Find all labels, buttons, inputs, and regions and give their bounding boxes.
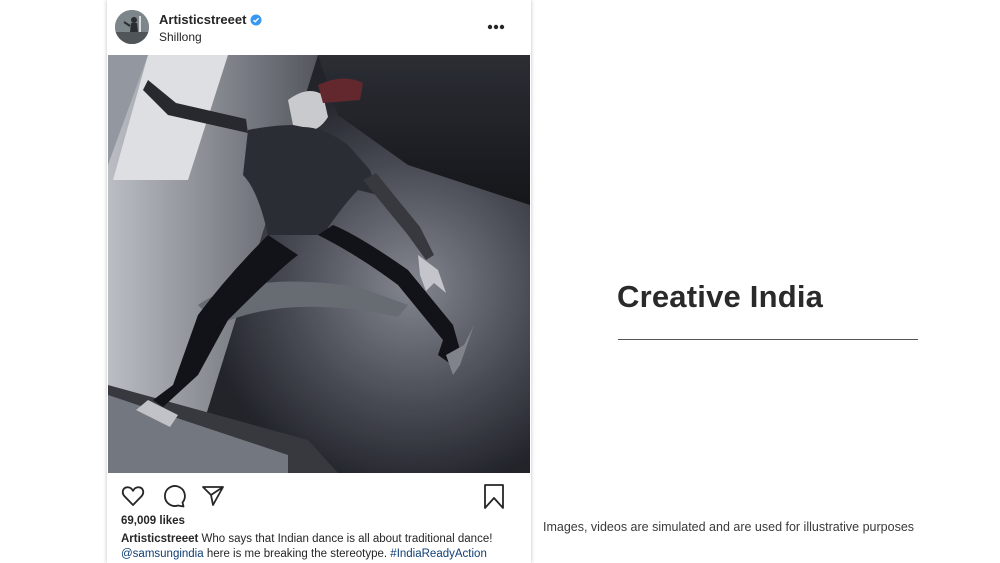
post-header: Artisticstreeet Shillong — [107, 0, 531, 55]
more-options-icon[interactable] — [487, 19, 505, 35]
post-photo[interactable] — [108, 55, 530, 473]
caption-hashtag[interactable]: #IndiaReadyAction — [390, 548, 487, 560]
caption-text-line1: Who says that Indian dance is all about … — [198, 533, 493, 545]
caption-username[interactable]: Artisticstreeet — [121, 533, 198, 545]
disclaimer-text: Images, videos are simulated and are use… — [543, 520, 915, 534]
title-divider — [618, 339, 918, 340]
dancer-photo — [108, 55, 530, 473]
comment-bubble-icon[interactable] — [161, 483, 187, 509]
heart-icon[interactable] — [120, 483, 146, 509]
instagram-post-card: Artisticstreeet Shillong 69,009 likes Ar… — [107, 0, 531, 563]
post-caption: Artisticstreeet Who says that Indian dan… — [121, 532, 521, 562]
likes-count[interactable]: 69,009 likes — [121, 515, 185, 527]
verified-badge-icon — [250, 14, 262, 25]
slide-title: Creative India — [617, 279, 824, 314]
username-row: Artisticstreeet — [159, 12, 262, 27]
paper-plane-icon[interactable] — [200, 483, 226, 509]
avatar[interactable] — [115, 10, 149, 44]
caption-text-line2: here is me breaking the stereotype. — [203, 548, 391, 560]
post-actions — [107, 481, 531, 511]
username[interactable]: Artisticstreeet — [159, 12, 246, 27]
location[interactable]: Shillong — [159, 30, 202, 44]
caption-mention[interactable]: @samsungindia — [121, 548, 204, 560]
bookmark-icon[interactable] — [481, 483, 507, 509]
